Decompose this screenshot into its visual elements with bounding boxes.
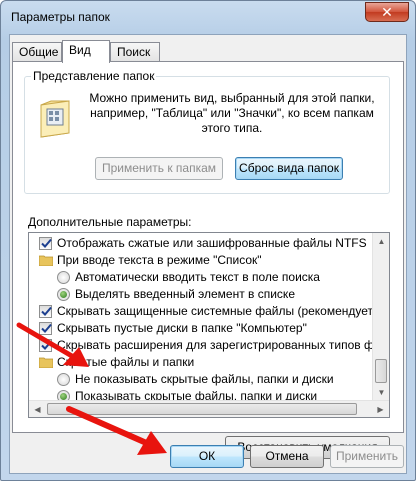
reset-folders-button[interactable]: Сброс вида папок — [235, 157, 343, 180]
option-checkbox[interactable] — [39, 237, 52, 250]
scroll-down-icon[interactable]: ▼ — [373, 384, 389, 401]
list-item[interactable]: Отображать сжатые или зашифрованные файл… — [29, 235, 369, 252]
scroll-up-icon[interactable]: ▲ — [373, 233, 389, 250]
list-item: При вводе текста в режиме "Список" — [29, 252, 369, 269]
checkmark-icon — [41, 306, 52, 316]
folder-view-description: Можно применить вид, выбранный для этой … — [89, 91, 375, 135]
folder-view-group: Представление папок Можно применить вид,… — [24, 69, 390, 194]
checkmark-icon — [41, 238, 52, 248]
option-radio[interactable] — [57, 271, 70, 284]
option-label: При вводе текста в режиме "Список" — [57, 253, 262, 267]
annotation-arrow-hidden-files-icon — [16, 322, 89, 367]
ok-button[interactable]: ОК — [170, 445, 244, 468]
window-title: Параметры папок — [11, 10, 110, 24]
option-checkbox[interactable] — [39, 305, 52, 318]
folder-view-icon — [40, 100, 70, 138]
option-radio[interactable] — [57, 373, 70, 386]
option-label: Скрывать расширения для зарегистрированн… — [57, 338, 390, 352]
scroll-right-icon[interactable]: ▶ — [372, 401, 389, 417]
title-bar[interactable]: Параметры папок ✕ — [1, 1, 415, 35]
list-item[interactable]: Скрывать защищенные системные файлы (рек… — [29, 303, 389, 320]
list-item[interactable]: Выделять введенный элемент в списке — [29, 286, 369, 303]
list-item[interactable]: Не показывать скрытые файлы, папки и дис… — [29, 371, 369, 388]
vertical-scroll-thumb[interactable] — [375, 359, 387, 383]
option-label: Отображать сжатые или зашифрованные файл… — [57, 236, 367, 250]
tab-general[interactable]: Общие — [12, 42, 62, 62]
folder-icon — [39, 255, 53, 266]
folder-view-group-label: Представление папок — [31, 69, 157, 83]
option-label: Скрывать защищенные системные файлы (рек… — [57, 304, 390, 318]
view-tab-panel: Представление папок Можно применить вид,… — [12, 61, 404, 459]
folder-options-window: Параметры папок ✕ Общие Вид Поиск Предст… — [0, 0, 416, 481]
option-radio[interactable] — [57, 288, 70, 301]
apply-button[interactable]: Применить — [330, 445, 404, 468]
scroll-left-icon[interactable]: ◀ — [29, 401, 46, 417]
option-label: Выделять введенный элемент в списке — [75, 287, 295, 301]
advanced-settings-label: Дополнительные параметры: — [28, 215, 192, 229]
list-item[interactable]: Автоматически вводить текст в поле поиск… — [29, 269, 369, 286]
tab-view[interactable]: Вид — [62, 40, 110, 63]
close-icon: ✕ — [381, 4, 393, 20]
option-label: Автоматически вводить текст в поле поиск… — [75, 270, 320, 284]
close-button[interactable]: ✕ — [365, 2, 409, 22]
vertical-scrollbar[interactable]: ▲ ▼ — [372, 233, 389, 401]
apply-to-folders-button[interactable]: Применить к папкам — [95, 157, 223, 180]
tab-search[interactable]: Поиск — [110, 42, 160, 62]
option-label: Не показывать скрытые файлы, папки и дис… — [75, 372, 334, 386]
cancel-button[interactable]: Отмена — [250, 445, 324, 468]
annotation-arrow-ok-icon — [66, 406, 167, 455]
